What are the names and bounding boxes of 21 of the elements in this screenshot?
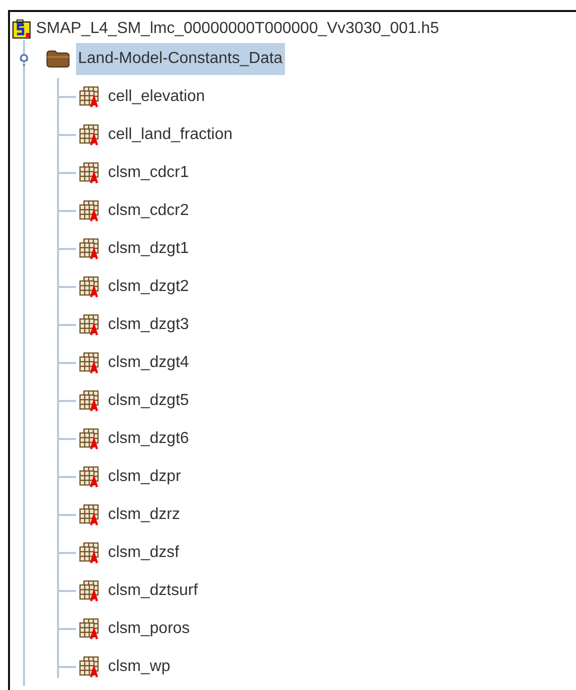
dataset-name[interactable]: clsm_dzpr	[108, 465, 181, 489]
dataset-name[interactable]: clsm_dzgt3	[108, 313, 189, 337]
dataset-name[interactable]: clsm_dzgt2	[108, 275, 189, 299]
dataset-name[interactable]: clsm_dzgt6	[108, 427, 189, 451]
dataset-name[interactable]: clsm_dzgt5	[108, 389, 189, 413]
dataset-name[interactable]: cell_elevation	[108, 85, 205, 109]
dataset-name[interactable]: clsm_dzrz	[108, 503, 180, 527]
group-name[interactable]: Land-Model-Constants_Data	[76, 43, 285, 75]
dataset-name[interactable]: clsm_dzgt1	[108, 237, 189, 261]
dataset-name[interactable]: clsm_cdcr2	[108, 199, 189, 223]
dataset-name[interactable]: clsm_dzsf	[108, 541, 180, 565]
dataset-name[interactable]: cell_land_fraction	[108, 123, 233, 147]
dataset-name[interactable]: clsm_dzgt4	[108, 351, 189, 375]
folder-icon	[46, 50, 70, 68]
hdf-file-icon	[12, 19, 32, 39]
dataset-name[interactable]: clsm_dztsurf	[108, 579, 198, 603]
dataset-name[interactable]: clsm_wp	[108, 655, 170, 679]
dataset-name[interactable]: clsm_cdcr1	[108, 161, 189, 185]
file-name[interactable]: SMAP_L4_SM_lmc_00000000T000000_Vv3030_001.h5	[36, 17, 439, 41]
expanded-handle-icon[interactable]	[17, 53, 31, 67]
dataset-name[interactable]: clsm_poros	[108, 617, 190, 641]
